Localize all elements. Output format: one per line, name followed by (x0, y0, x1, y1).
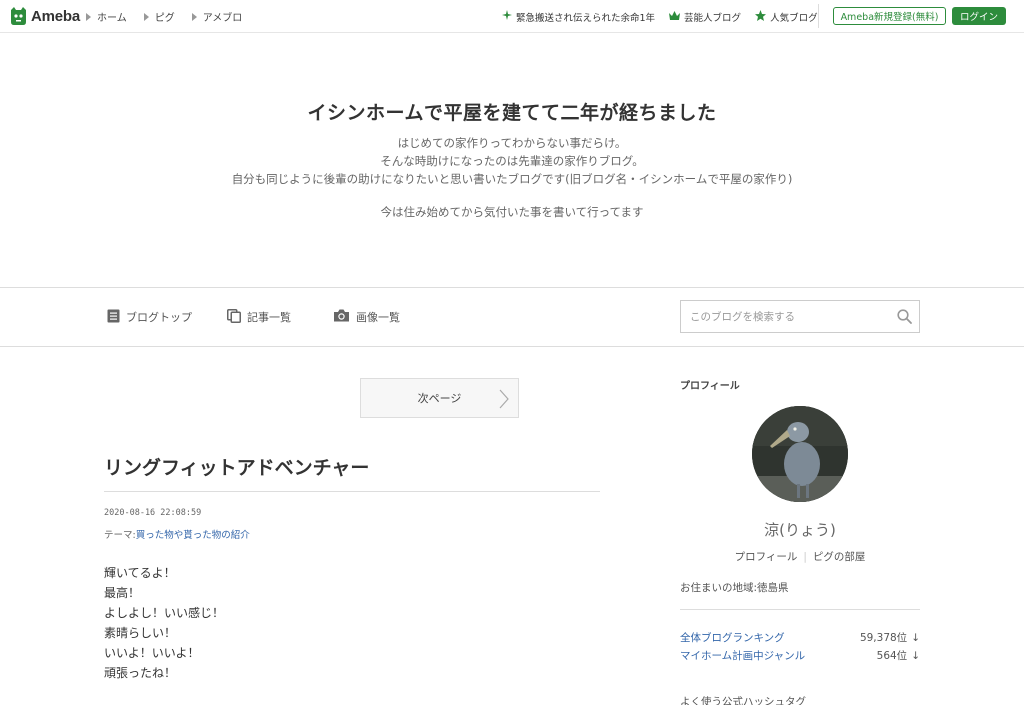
avatar[interactable] (752, 406, 848, 502)
body-line: 最高！ (104, 586, 141, 600)
body-line: 素晴らしい！ (104, 626, 177, 640)
body-line: いいよ！いいよ！ (104, 646, 200, 660)
caret-right-icon (86, 12, 91, 21)
copy-icon (227, 308, 241, 326)
description-line: そんな時助けになったのは先輩達の家作りブログ。 (380, 154, 644, 168)
top-nav-label: アメブロ (202, 13, 243, 24)
register-button[interactable]: Ameba新規登録(無料) (833, 7, 946, 25)
top-link-label: 芸能人ブログ (684, 12, 742, 24)
search-input[interactable] (681, 301, 889, 332)
top-link-celebrity[interactable]: 芸能人ブログ (669, 10, 741, 24)
theme-link[interactable]: 買った物や貰った物の紹介 (136, 530, 250, 541)
ameba-logo-icon (10, 7, 27, 25)
residence: お住まいの地域:徳島県 (680, 582, 789, 594)
search-icon[interactable] (889, 302, 919, 332)
top-nav: ホーム ピグ アメブロ (86, 0, 259, 33)
logo-text: Ameba (31, 7, 81, 25)
camera-icon (333, 309, 350, 325)
blog-description: はじめての家作りってわからない事だらけ。 そんな時助けになったのは先輩達の家作り… (0, 134, 1024, 188)
blog-nav-bar: ブログトップ 記事一覧 画像一覧 (0, 287, 1024, 347)
profile-link[interactable]: プロフィール (735, 551, 798, 563)
crown-icon (669, 10, 681, 23)
description-extra: 今は住み始めてから気付いた事を書いて行ってます (380, 205, 644, 219)
ranking-label[interactable]: マイホーム計画中ジャンル (680, 648, 805, 663)
star-icon (755, 9, 767, 24)
top-bar: Ameba ホーム ピグ アメブロ 緊急搬送され伝えられた余命1年 芸能人ブログ… (0, 0, 1024, 33)
arrow-down-icon: ↓ (911, 631, 920, 644)
hashtag-heading: よく使う公式ハッシュタグ (680, 696, 806, 705)
profile-heading: プロフィール (680, 381, 740, 392)
divider (104, 491, 600, 492)
top-nav-pigg[interactable]: ピグ (143, 9, 175, 24)
blog-search (680, 300, 920, 333)
ranking-row: 全体ブログランキング 59,378位 ↓ (680, 629, 920, 645)
top-link-featured[interactable]: 緊急搬送され伝えられた余命1年 (502, 10, 655, 24)
top-links: 緊急搬送され伝えられた余命1年 芸能人ブログ 人気ブログ (502, 0, 832, 33)
ranking-value: 59,378位 (859, 631, 908, 644)
nav-article-list[interactable]: 記事一覧 (227, 288, 291, 346)
nav-label: 画像一覧 (356, 311, 400, 324)
ranking-label[interactable]: 全体ブログランキング (680, 630, 785, 645)
top-nav-label: ホーム (97, 13, 127, 24)
divider (680, 609, 920, 610)
sparkle-icon (502, 10, 512, 23)
top-link-label: 緊急搬送され伝えられた余命1年 (516, 12, 656, 24)
entry-body: 輝いてるよ！ 最高！ よしよし！いい感じ！ 素晴らしい！ いいよ！いいよ！ 頑張… (104, 563, 224, 683)
document-icon (107, 309, 120, 326)
description-line: はじめての家作りってわからない事だらけ。 (397, 136, 627, 150)
profile-links: プロフィール | ピグの部屋 (680, 549, 920, 564)
divider (818, 4, 819, 28)
body-line: 頑張ったね！ (104, 666, 177, 680)
top-nav-ameblo[interactable]: アメブロ (191, 9, 243, 24)
next-page-label: 次ページ (417, 392, 462, 405)
theme-prefix: テーマ: (104, 530, 136, 541)
nav-image-list[interactable]: 画像一覧 (333, 288, 400, 346)
next-page-button[interactable]: 次ページ (360, 378, 519, 418)
top-nav-home[interactable]: ホーム (86, 9, 127, 24)
profile-name[interactable]: 涼(りょう) (680, 519, 920, 540)
description-line: 自分も同じように後輩の助けになりたいと思い書いたブログです(旧ブログ名・イシンホ… (231, 172, 793, 186)
ranking-value: 564位 (876, 649, 908, 662)
body-line: 輝いてるよ！ (104, 566, 176, 580)
ameba-logo[interactable]: Ameba (10, 6, 80, 26)
entry-theme: テーマ:買った物や貰った物の紹介 (104, 527, 250, 541)
entry-date: 2020-08-16 22:08:59 (104, 508, 202, 518)
pigg-room-link[interactable]: ピグの部屋 (813, 551, 866, 563)
top-link-label: 人気ブログ (770, 12, 818, 24)
blog-title[interactable]: イシンホームで平屋を建てて二年が経ちました (0, 98, 1024, 125)
ranking-row: マイホーム計画中ジャンル 564位 ↓ (680, 647, 920, 663)
caret-right-icon (143, 12, 149, 21)
chevron-right-icon (499, 389, 509, 412)
nav-label: ブログトップ (126, 311, 192, 324)
entry-title[interactable]: リングフィットアドベンチャー (104, 453, 369, 480)
arrow-down-icon: ↓ (911, 649, 920, 662)
nav-blog-top[interactable]: ブログトップ (107, 288, 192, 346)
top-nav-label: ピグ (154, 13, 175, 24)
link-separator: | (803, 551, 807, 563)
caret-right-icon (191, 12, 197, 21)
body-line: よしよし！いい感じ！ (104, 606, 225, 620)
nav-label: 記事一覧 (247, 311, 291, 324)
login-button[interactable]: ログイン (952, 7, 1006, 25)
top-link-popular[interactable]: 人気ブログ (755, 9, 818, 24)
